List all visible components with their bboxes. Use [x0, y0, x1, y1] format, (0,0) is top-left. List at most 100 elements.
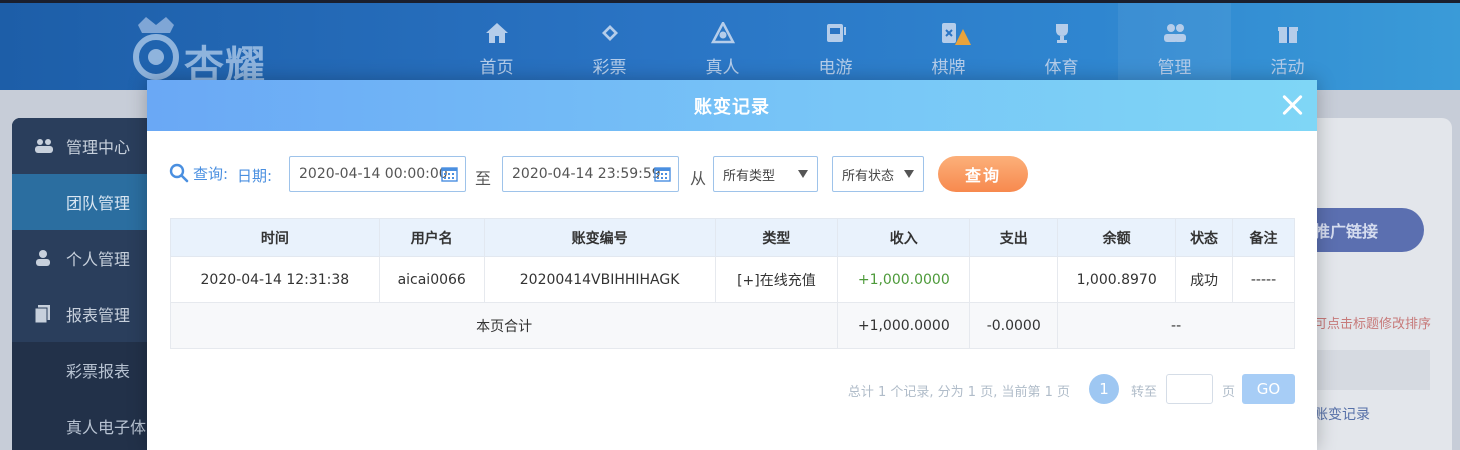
account-change-link[interactable]: 账变记录	[1314, 404, 1370, 424]
cell-txn-id: 20200414VBIHHIHAGK	[483, 256, 716, 303]
current-page-indicator[interactable]: 1	[1089, 374, 1119, 404]
promo-link-label: 推广链接	[1314, 222, 1379, 241]
col-header-income[interactable]: 收入	[837, 218, 971, 257]
nav-label: 活动	[1270, 58, 1305, 78]
goto-page-input[interactable]	[1166, 374, 1213, 404]
sidebar-item-team-manage[interactable]: 团队管理	[12, 174, 152, 230]
nav-label: 棋牌	[931, 58, 966, 78]
cell-expense	[969, 256, 1059, 303]
col-header-type[interactable]: 类型	[714, 218, 839, 257]
start-date-input[interactable]	[289, 156, 466, 192]
nav-item-lottery[interactable]: 彩票	[553, 3, 666, 90]
modal-title: 账变记录	[694, 96, 770, 118]
sidebar-item-report-manage[interactable]: 报表管理	[12, 286, 152, 342]
warning-badge-icon	[955, 29, 971, 45]
sidebar-item-label: 管理中心	[66, 138, 131, 157]
cell-remark: -----	[1232, 256, 1295, 303]
top-navbar: 杏耀 首页 彩票 真人 电游 棋牌 体育 管理 活动	[0, 0, 1460, 90]
nav-label: 管理	[1157, 58, 1192, 78]
pagination: 总计 1 个记录, 分为 1 页, 当前第 1 页 1 转至 页 GO	[695, 374, 1295, 404]
close-icon[interactable]	[1279, 92, 1305, 118]
modal-header: 账变记录	[147, 80, 1317, 131]
sort-hint-text: 可点击标题修改排序	[1314, 317, 1432, 332]
sidebar-item-label: 报表管理	[66, 306, 131, 325]
filter-bar: 查询: 日期: 至 从 所有类型 所有状态 查询	[169, 156, 1299, 192]
cell-time: 2020-04-14 12:31:38	[170, 256, 380, 303]
users-icon	[1162, 21, 1188, 45]
nav-item-egames[interactable]: 电游	[779, 3, 892, 90]
report-icon	[34, 304, 56, 324]
cell-username: aicai0066	[378, 256, 485, 303]
nav-item-manage[interactable]: 管理	[1118, 3, 1231, 90]
sidebar-item-label: 彩票报表	[66, 362, 131, 381]
search-icon	[169, 163, 189, 183]
calendar-icon[interactable]	[441, 165, 458, 182]
type-select[interactable]: 所有类型	[713, 156, 818, 192]
date-label: 日期:	[237, 167, 273, 185]
col-header-balance[interactable]: 余额	[1057, 218, 1177, 257]
sidebar-item-label: 团队管理	[66, 194, 131, 213]
end-date-input[interactable]	[502, 156, 679, 192]
diamond-ticket-icon	[597, 21, 623, 45]
sidebar-item-manage-center[interactable]: 管理中心	[12, 118, 152, 174]
summary-label: 本页合计	[169, 302, 839, 349]
panel-header-box	[1300, 350, 1430, 390]
col-header-time[interactable]: 时间	[170, 218, 380, 257]
to-label: 至	[475, 169, 492, 188]
sidebar: 管理中心 团队管理 个人管理 报表管理 彩票报表 真人电子体	[12, 118, 152, 450]
col-header-expense[interactable]: 支出	[969, 218, 1059, 257]
site-logo[interactable]: 杏耀	[128, 15, 288, 89]
nav-item-sports[interactable]: 体育	[1005, 3, 1118, 90]
go-button[interactable]: GO	[1242, 374, 1295, 404]
nav-item-live[interactable]: 真人	[666, 3, 779, 90]
sidebar-item-live-report[interactable]: 真人电子体	[12, 398, 152, 450]
status-select-value: 所有状态	[842, 168, 895, 184]
from-label: 从	[690, 169, 707, 188]
nav-item-home[interactable]: 首页	[440, 3, 553, 90]
page-unit-label: 页	[1221, 385, 1235, 400]
nav-label: 电游	[818, 58, 853, 78]
account-change-modal: 账变记录 查询: 日期: 至 从 所有类型 所有状态	[147, 80, 1317, 450]
nav-item-chess[interactable]: 棋牌	[892, 3, 1005, 90]
table-header-row: 时间 用户名 账变编号 类型 收入 支出 余额 状态 备注	[170, 218, 1295, 257]
col-header-username[interactable]: 用户名	[378, 218, 485, 257]
nav-label: 真人	[705, 58, 740, 78]
nav-label: 首页	[479, 58, 514, 78]
nav-label: 体育	[1044, 58, 1079, 78]
sidebar-item-label: 真人电子体	[66, 418, 147, 437]
summary-expense: -0.0000	[969, 302, 1059, 349]
cell-income: +1,000.0000	[837, 256, 971, 303]
sidebar-item-personal-manage[interactable]: 个人管理	[12, 230, 152, 286]
sidebar-item-lottery-report[interactable]: 彩票报表	[12, 342, 152, 398]
live-dealer-icon	[710, 21, 736, 45]
user-icon	[34, 248, 56, 268]
account-change-table: 时间 用户名 账变编号 类型 收入 支出 余额 状态 备注 2020-04-14…	[169, 218, 1295, 349]
sidebar-item-label: 个人管理	[66, 250, 131, 269]
table-row: 2020-04-14 12:31:38 aicai0066 20200414VB…	[170, 256, 1295, 303]
slot-machine-icon	[823, 21, 849, 45]
col-header-status[interactable]: 状态	[1175, 218, 1234, 257]
summary-income: +1,000.0000	[837, 302, 971, 349]
chevron-down-icon	[904, 170, 914, 178]
summary-rest: --	[1057, 302, 1295, 349]
right-panel: 推广链接 可点击标题修改排序 账变记录	[1300, 118, 1452, 450]
promo-link-button[interactable]: 推广链接	[1300, 208, 1424, 252]
gift-icon	[1275, 21, 1301, 45]
pagination-info: 总计 1 个记录, 分为 1 页, 当前第 1 页	[847, 385, 1070, 400]
status-select[interactable]: 所有状态	[832, 156, 924, 192]
trophy-icon	[1049, 21, 1075, 45]
query-label: 查询:	[193, 165, 229, 183]
col-header-txn-id[interactable]: 账变编号	[483, 218, 716, 257]
cell-type: [+]在线充值	[714, 256, 839, 303]
cell-balance: 1,000.8970	[1057, 256, 1177, 303]
main-nav: 首页 彩票 真人 电游 棋牌 体育 管理 活动	[440, 3, 1344, 90]
type-select-value: 所有类型	[723, 168, 776, 184]
users-icon	[34, 136, 56, 156]
goto-label: 转至	[1130, 385, 1157, 400]
calendar-icon[interactable]	[654, 165, 671, 182]
chevron-down-icon	[798, 170, 808, 178]
query-button[interactable]: 查询	[938, 156, 1028, 192]
col-header-remark[interactable]: 备注	[1232, 218, 1295, 257]
nav-item-promo[interactable]: 活动	[1231, 3, 1344, 90]
summary-row: 本页合计 +1,000.0000 -0.0000 --	[169, 302, 1295, 349]
